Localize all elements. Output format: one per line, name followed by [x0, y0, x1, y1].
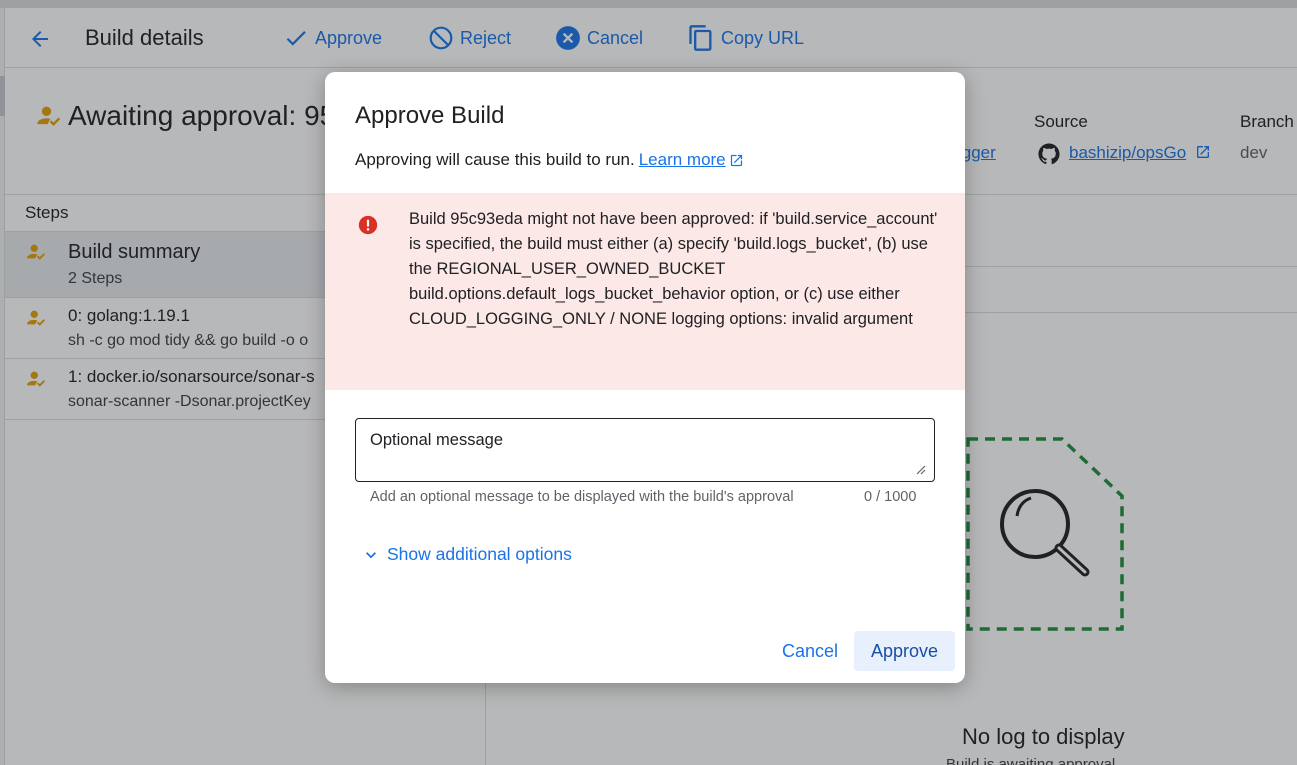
error-banner: Build 95c93eda might not have been appro… — [325, 193, 965, 390]
optional-message-input[interactable] — [355, 418, 935, 482]
dialog-approve-button[interactable]: Approve — [854, 631, 955, 671]
chevron-down-icon — [366, 551, 376, 558]
character-counter: 0 / 1000 — [864, 489, 917, 505]
show-additional-options-button[interactable]: Show additional options — [361, 544, 572, 565]
show-additional-options-label: Show additional options — [387, 544, 572, 564]
dialog-title: Approve Build — [355, 102, 505, 129]
learn-more-label: Learn more — [638, 150, 726, 169]
external-link-icon — [730, 154, 742, 166]
message-helper-text: Add an optional message to be displayed … — [370, 489, 794, 505]
dialog-description-text: Approving will cause this build to run. — [355, 150, 635, 169]
error-message: Build 95c93eda might not have been appro… — [409, 210, 938, 328]
dialog-description: Approving will cause this build to run. … — [355, 150, 744, 170]
learn-more-link[interactable]: Learn more — [639, 150, 744, 170]
error-icon — [358, 215, 378, 235]
approve-build-dialog: Approve Build Approving will cause this … — [325, 72, 965, 683]
dialog-cancel-button[interactable]: Cancel — [771, 631, 849, 671]
resize-handle-icon[interactable] — [914, 463, 926, 475]
